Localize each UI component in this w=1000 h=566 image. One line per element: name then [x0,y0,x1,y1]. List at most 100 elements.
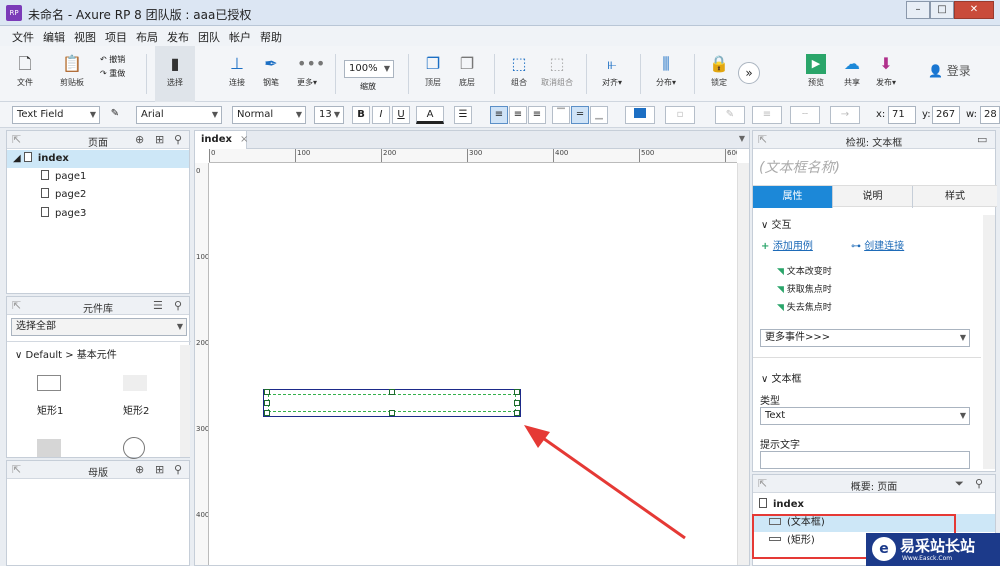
underline-button[interactable]: U [392,106,410,124]
italic-button[interactable]: I [372,106,390,124]
lock-button[interactable]: 🔒 锁定 [704,46,734,102]
rectangle1-widget[interactable] [37,375,61,391]
page-item-page2[interactable]: page2 [7,186,189,204]
align-center-button[interactable]: ≡ [509,106,527,124]
send-to-bottom-button[interactable]: ❐ 底层 [452,46,482,102]
connect-tool-button[interactable]: ⊥ 连接 [222,46,252,102]
add-case-link[interactable]: + 添加用例 [761,237,813,252]
close-tab-icon[interactable]: × [240,134,248,145]
share-button[interactable]: ☁ 共享 [836,46,868,102]
resize-handle[interactable] [389,389,395,395]
ellipse-widget[interactable] [123,437,145,459]
type-select[interactable]: Text ▼ [760,407,970,425]
menu-account[interactable]: 帐户 [229,29,251,45]
inspector-scrollbar[interactable] [983,215,995,469]
clipboard-button[interactable]: 📋 剪贴板 [52,46,92,102]
search-icon[interactable]: ⚲ [174,299,182,312]
library-section-header[interactable]: ∨ Default > 基本元件 [15,346,117,361]
page-item-page3[interactable]: page3 [7,205,189,223]
valign-middle-button[interactable]: ═ [571,106,589,124]
group-button[interactable]: ⬚ 组合 [504,46,534,102]
create-link-link[interactable]: ⊶ 创建连接 [851,237,904,252]
preview-button[interactable]: ▶ 预览 [800,46,832,102]
outline-root-index[interactable]: index [753,496,995,514]
font-color-button[interactable]: A [416,106,444,124]
library-select[interactable]: 选择全部 ▼ [11,318,187,336]
resize-handle[interactable] [389,410,395,416]
more-tools-button[interactable]: ••• 更多▾ [290,46,325,102]
undo-button[interactable]: ↶ 撤销 [100,54,125,65]
widget-type-select[interactable]: Text Field ▼ [12,106,100,124]
maximize-button[interactable]: □ [930,1,954,19]
style-edit-icon[interactable]: ✎ [106,106,124,124]
library-scrollbar[interactable] [180,345,190,457]
event-blur[interactable]: ◥ 失去焦点时 [777,300,832,313]
add-master-icon[interactable]: ⊕ [135,463,144,476]
align-right-button[interactable]: ≡ [528,106,546,124]
arrow-style-button[interactable]: → [830,106,860,124]
zoom-select[interactable]: 100% ▼ [344,60,394,78]
resize-handle[interactable] [264,400,270,406]
tab-index[interactable]: index × [195,131,248,149]
font-family-select[interactable]: Arial ▼ [136,106,222,124]
minimize-button[interactable]: – [906,1,930,19]
bold-button[interactable]: B [352,106,370,124]
menu-layout[interactable]: 布局 [136,29,158,45]
valign-top-button[interactable]: ▔ [552,106,570,124]
bullet-list-button[interactable]: ☰ [454,106,472,124]
menu-help[interactable]: 帮助 [260,29,282,45]
menu-file[interactable]: 文件 [12,29,34,45]
resize-handle[interactable] [264,410,270,416]
file-button[interactable]: 🗋 文件 [10,46,40,102]
valign-bottom-button[interactable]: ▁ [590,106,608,124]
bring-to-top-button[interactable]: ❐ 顶层 [418,46,448,102]
menu-icon[interactable]: ☰ [153,299,163,312]
align-button[interactable]: ⫦ 对齐▾ [596,46,628,102]
search-icon[interactable]: ⚲ [174,463,182,476]
widget-name-field[interactable]: (文本框名称) [759,157,840,177]
resize-handle[interactable] [514,400,520,406]
menu-project[interactable]: 项目 [105,29,127,45]
chevron-down-icon[interactable]: ▼ [739,134,745,143]
line-width-button[interactable]: ≡ [752,106,782,124]
shadow-button[interactable]: ▫ [665,106,695,124]
redo-button[interactable]: ↷ 重做 [100,68,125,79]
expand-toolbar-button[interactable]: » [738,62,760,84]
close-button[interactable]: ✕ [954,1,994,19]
menu-edit[interactable]: 编辑 [43,29,65,45]
resize-handle[interactable] [264,389,270,395]
rectangle2-widget[interactable] [123,375,147,391]
align-left-button[interactable]: ≡ [490,106,508,124]
distribute-button[interactable]: ⫼ 分布▾ [650,46,682,102]
add-folder-icon[interactable]: ⊞ [155,133,164,146]
menu-view[interactable]: 视图 [74,29,96,45]
text-field-widget[interactable] [263,389,521,417]
search-icon[interactable]: ⚲ [174,133,182,146]
add-folder-icon[interactable]: ⊞ [155,463,164,476]
hint-text-input[interactable] [760,451,970,469]
w-input[interactable]: 28 [980,106,1000,124]
placeholder-widget[interactable] [37,439,61,457]
line-color-button[interactable]: ✎ [715,106,745,124]
y-input[interactable]: 267 [932,106,960,124]
event-focus[interactable]: ◥ 获取焦点时 [777,282,832,295]
select-tool-button[interactable]: ▮ 选择 [155,46,195,102]
resize-handle[interactable] [514,389,520,395]
menu-team[interactable]: 团队 [198,29,220,45]
fill-color-button[interactable] [625,106,655,124]
tab-notes[interactable]: 说明 [833,186,913,208]
event-text-changed[interactable]: ◥ 文本改变时 [777,264,832,277]
x-input[interactable]: 71 [888,106,916,124]
notes-icon[interactable]: ▭ [977,133,987,146]
search-icon[interactable]: ⚲ [975,477,983,490]
page-item-index[interactable]: ◢ index [7,150,189,168]
font-size-select[interactable]: 13 ▼ [314,106,344,124]
more-events-select[interactable]: 更多事件>>> ▼ [760,329,970,347]
font-style-select[interactable]: Normal ▼ [232,106,306,124]
interaction-section-header[interactable]: ∨ 交互 [761,216,792,231]
filter-icon[interactable]: ⏷ [955,477,964,491]
publish-button[interactable]: ⬇ 发布▾ [870,46,902,102]
login-button[interactable]: 👤 登录 [928,62,971,79]
tab-properties[interactable]: 属性 [753,186,833,208]
canvas-scrollbar[interactable] [737,163,749,565]
